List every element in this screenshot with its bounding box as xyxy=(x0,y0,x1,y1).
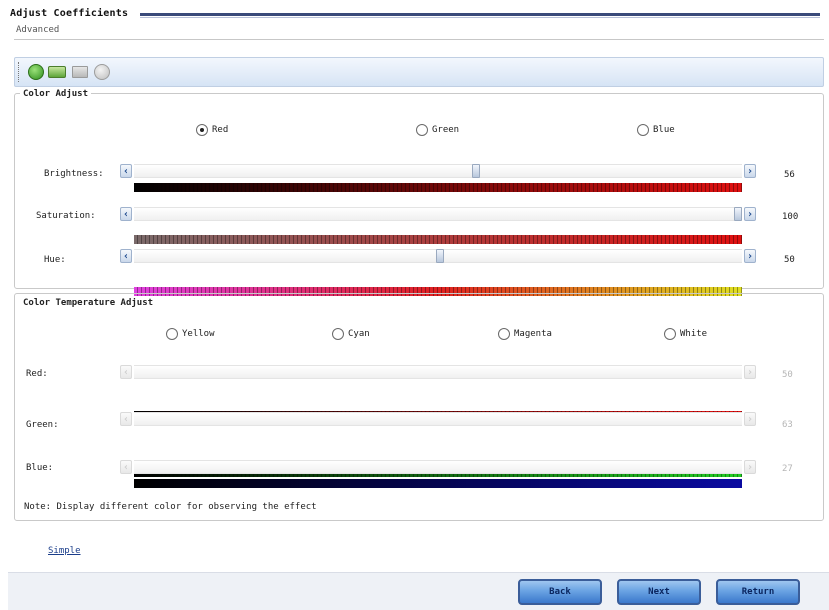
temp-red-left-arrow[interactable]: ‹ xyxy=(120,365,132,379)
back-button[interactable]: Back xyxy=(518,579,602,605)
radio-red-dot[interactable] xyxy=(196,124,208,136)
saturation-left-arrow[interactable]: ‹ xyxy=(120,207,132,221)
hue-value: 50 xyxy=(784,255,795,265)
radio-white-dot[interactable] xyxy=(664,328,676,340)
return-button[interactable]: Return xyxy=(716,579,800,605)
temp-blue-label: Blue: xyxy=(26,463,54,473)
temp-green-right-arrow[interactable]: › xyxy=(744,412,756,426)
hue-left-arrow[interactable]: ‹ xyxy=(120,249,132,263)
temp-blue-slider-track[interactable] xyxy=(134,460,742,474)
brightness-value: 56 xyxy=(784,170,795,180)
window-title: Adjust Coefficients xyxy=(10,8,129,19)
radio-green[interactable]: Green xyxy=(416,124,459,136)
radio-white[interactable]: White xyxy=(664,328,707,340)
stop-icon[interactable] xyxy=(94,64,110,80)
radio-red-label: Red xyxy=(212,125,229,135)
next-button[interactable]: Next xyxy=(617,579,701,605)
saturation-slider-thumb[interactable] xyxy=(734,207,742,221)
brightness-color-bar xyxy=(134,183,742,192)
radio-yellow-label: Yellow xyxy=(182,329,215,339)
temp-red-slider-track[interactable] xyxy=(134,365,742,379)
saturation-value: 100 xyxy=(782,212,799,222)
note-text: Note: Display different color for observ… xyxy=(24,502,317,512)
saturation-color-bar xyxy=(134,235,742,244)
brightness-left-arrow[interactable]: ‹ xyxy=(120,164,132,178)
saturation-slider-track[interactable] xyxy=(134,207,742,221)
temp-green-left-arrow[interactable]: ‹ xyxy=(120,412,132,426)
saturation-label: Saturation: xyxy=(36,211,96,221)
radio-cyan-label: Cyan xyxy=(348,329,370,339)
temp-green-value: 63 xyxy=(782,420,793,430)
color-temperature-title: Color Temperature Adjust xyxy=(20,298,157,308)
temp-red-value: 50 xyxy=(782,370,793,380)
simple-mode-link[interactable]: Simple xyxy=(48,546,81,556)
radio-magenta-label: Magenta xyxy=(514,329,552,339)
radio-magenta[interactable]: Magenta xyxy=(498,328,552,340)
image-icon[interactable] xyxy=(72,66,88,78)
radio-blue-dot[interactable] xyxy=(637,124,649,136)
title-divider xyxy=(140,13,820,16)
radio-green-label: Green xyxy=(432,125,460,135)
hue-label: Hue: xyxy=(44,255,66,265)
radio-green-dot[interactable] xyxy=(416,124,428,136)
hue-right-arrow[interactable]: › xyxy=(744,249,756,263)
temp-red-label: Red: xyxy=(26,369,48,379)
toolbar-grip[interactable] xyxy=(18,62,21,82)
brightness-label: Brightness: xyxy=(44,169,104,179)
open-folder-icon[interactable] xyxy=(48,66,66,78)
radio-blue-label: Blue xyxy=(653,125,675,135)
radio-yellow-dot[interactable] xyxy=(166,328,178,340)
section-subtitle: Advanced xyxy=(16,25,60,35)
radio-magenta-dot[interactable] xyxy=(498,328,510,340)
hue-slider-thumb[interactable] xyxy=(436,249,444,263)
radio-cyan[interactable]: Cyan xyxy=(332,328,370,340)
brightness-slider-track[interactable] xyxy=(134,164,742,178)
radio-blue[interactable]: Blue xyxy=(637,124,675,136)
brightness-right-arrow[interactable]: › xyxy=(744,164,756,178)
radio-red[interactable]: Red xyxy=(196,124,228,136)
subtitle-divider xyxy=(14,39,824,40)
bottom-button-bar xyxy=(8,572,829,610)
radio-yellow[interactable]: Yellow xyxy=(166,328,215,340)
brightness-slider-thumb[interactable] xyxy=(472,164,480,178)
temp-green-slider-track[interactable] xyxy=(134,412,742,426)
title-divider-shadow xyxy=(140,17,820,18)
radio-cyan-dot[interactable] xyxy=(332,328,344,340)
go-icon[interactable] xyxy=(28,64,44,80)
saturation-right-arrow[interactable]: › xyxy=(744,207,756,221)
temp-red-right-arrow[interactable]: › xyxy=(744,365,756,379)
radio-white-label: White xyxy=(680,329,708,339)
temp-blue-value: 27 xyxy=(782,464,793,474)
toolbar xyxy=(14,57,824,87)
temp-blue-right-arrow[interactable]: › xyxy=(744,460,756,474)
temp-blue-color-bar xyxy=(134,479,742,488)
color-adjust-title: Color Adjust xyxy=(20,89,92,99)
temp-green-label: Green: xyxy=(26,420,59,430)
temp-blue-left-arrow[interactable]: ‹ xyxy=(120,460,132,474)
